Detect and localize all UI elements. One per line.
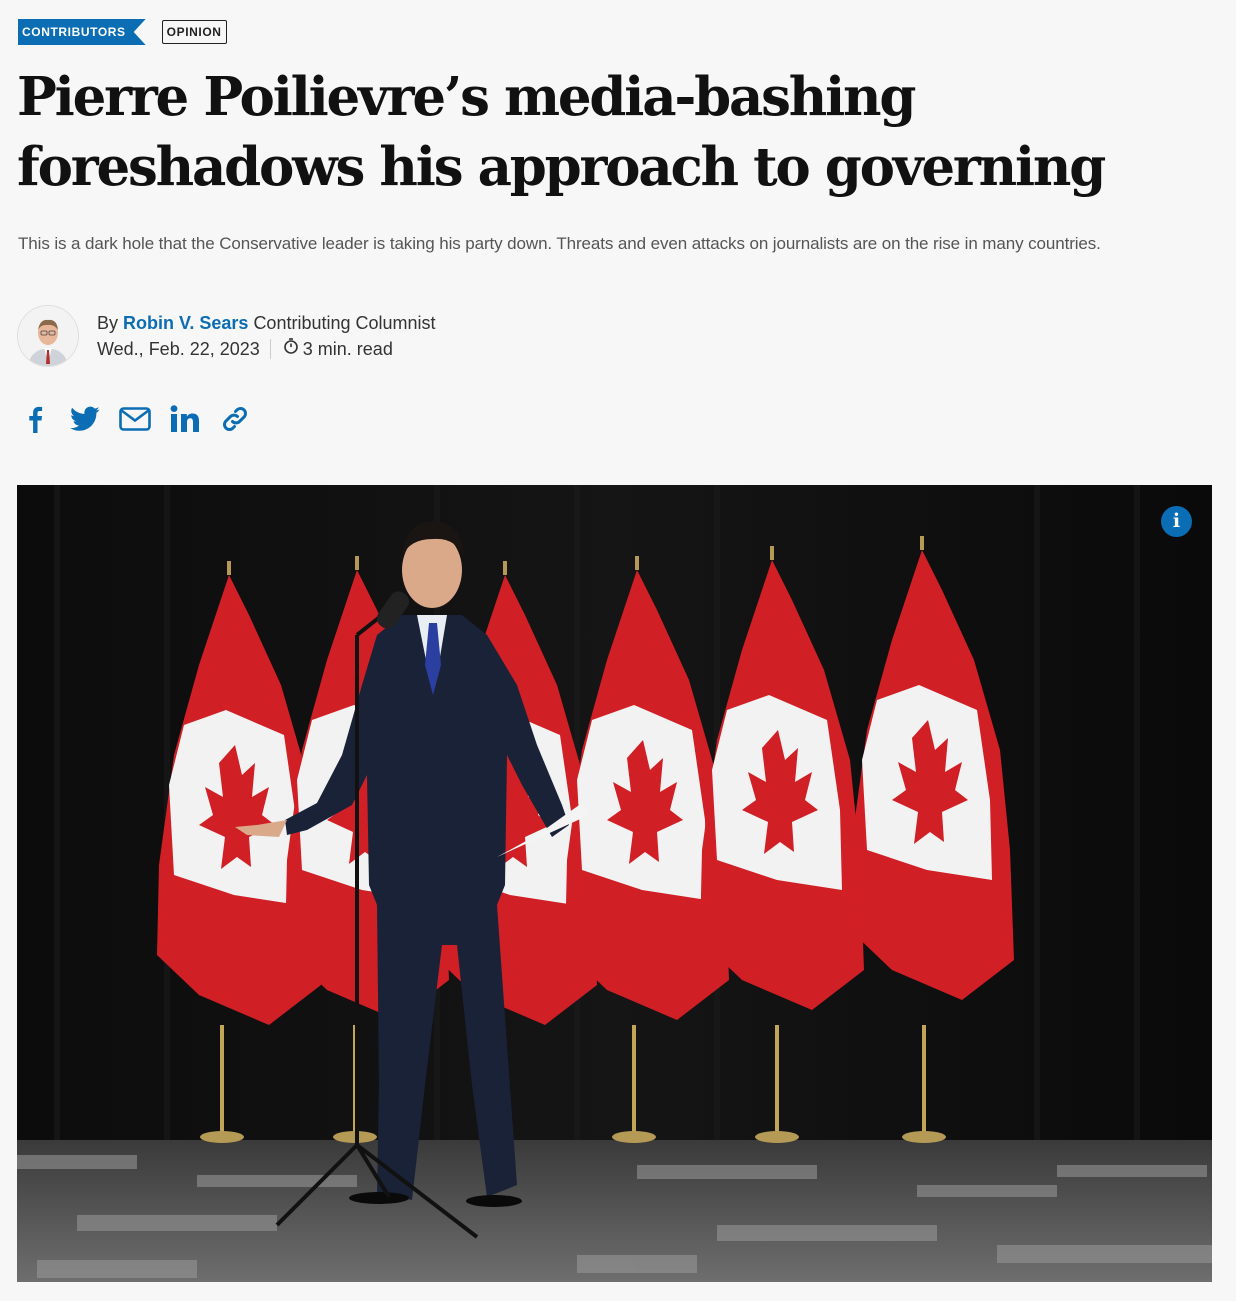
meta-divider	[269, 339, 271, 359]
opinion-tag[interactable]: OPINION	[161, 20, 227, 44]
contributors-tag[interactable]: CONTRIBUTORS	[18, 19, 146, 45]
byline: By Robin V. Sears Contributing Columnist	[97, 310, 436, 336]
article-headline: Pierre Poilievre’s media-bashing foresha…	[17, 66, 1106, 198]
twitter-icon[interactable]	[68, 400, 102, 438]
linkedin-icon[interactable]	[168, 400, 202, 438]
link-icon[interactable]	[218, 400, 252, 438]
article-tags: CONTRIBUTORS OPINION	[18, 19, 227, 45]
author-role: Contributing Columnist	[253, 313, 436, 333]
hero-image	[17, 485, 1212, 1282]
email-icon[interactable]	[118, 400, 152, 438]
byline-prefix: By	[97, 313, 119, 333]
author-link[interactable]: Robin V. Sears	[123, 313, 248, 333]
info-icon[interactable]: i	[1161, 506, 1192, 537]
article-deck: This is a dark hole that the Conservativ…	[18, 234, 1101, 253]
share-bar	[18, 400, 268, 438]
publish-date: Wed., Feb. 22, 2023	[97, 339, 260, 359]
article-meta: Wed., Feb. 22, 2023 3 min. read	[97, 336, 393, 362]
author-avatar[interactable]	[17, 305, 79, 367]
timer-icon	[283, 336, 299, 362]
read-time: 3 min. read	[302, 339, 393, 359]
facebook-icon[interactable]	[18, 400, 52, 438]
